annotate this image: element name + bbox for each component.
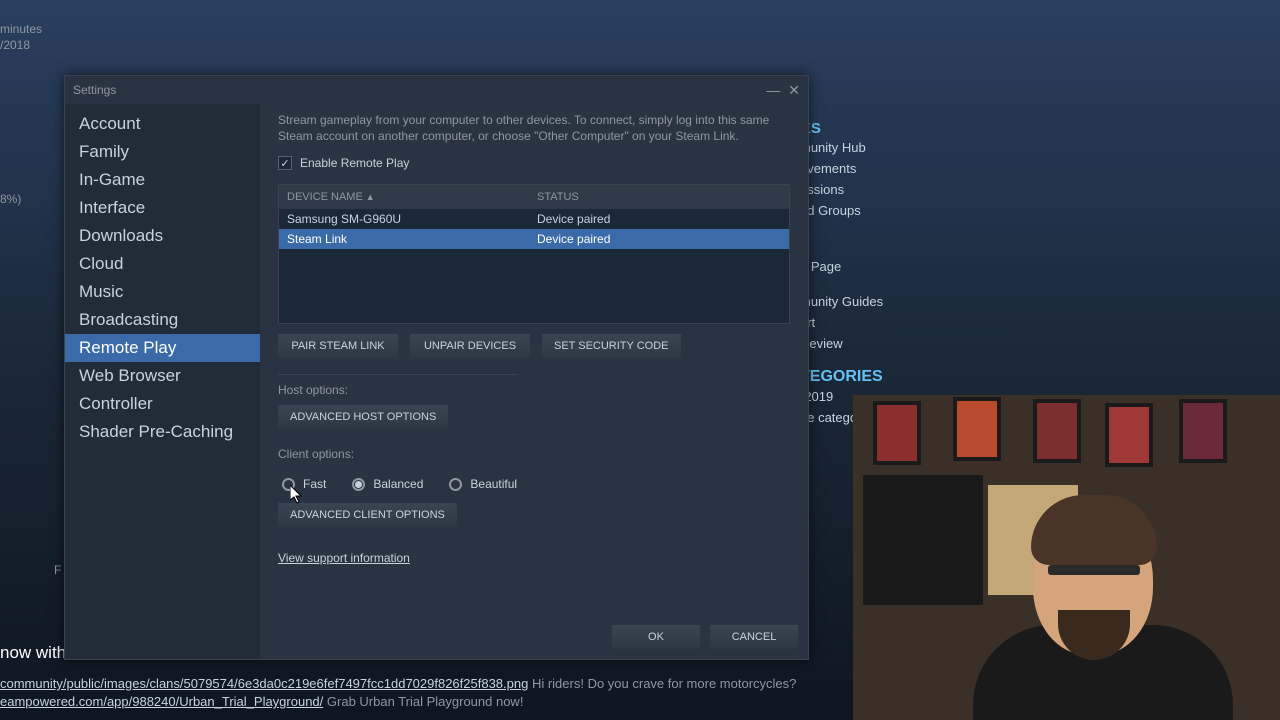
close-icon[interactable]: ✕ (788, 82, 800, 99)
radio-fast[interactable]: Fast (282, 477, 326, 491)
bg-played-date: /2018 (0, 38, 30, 52)
col-status[interactable]: STATUS (537, 191, 781, 203)
device-row[interactable]: Samsung SM-G960U Device paired (279, 209, 789, 229)
bg-progress: 8%) (0, 192, 21, 206)
divider (278, 374, 518, 375)
sidebar-item-account[interactable]: Account (65, 110, 260, 138)
advanced-host-options-button[interactable]: ADVANCED HOST OPTIONS (278, 405, 448, 429)
bg-link-item[interactable]: s (800, 221, 889, 242)
device-status: Device paired (537, 212, 781, 226)
webcam-overlay (853, 395, 1280, 720)
set-security-code-button[interactable]: SET SECURITY CODE (542, 334, 681, 358)
radio-icon (449, 478, 462, 491)
enable-remote-play-checkbox[interactable]: ✓ (278, 156, 292, 170)
bg-link-item[interactable]: evements (800, 158, 889, 179)
radio-balanced-label: Balanced (373, 477, 423, 491)
unpair-devices-button[interactable]: UNPAIR DEVICES (410, 334, 530, 358)
host-options-label: Host options: (278, 383, 790, 397)
bg-link-item[interactable]: munity Hub (800, 137, 889, 158)
settings-content: Stream gameplay from your computer to ot… (260, 104, 808, 659)
sort-ascending-icon: ▲ (366, 192, 375, 202)
cancel-button[interactable]: CANCEL (710, 625, 798, 649)
radio-icon (352, 478, 365, 491)
device-name: Samsung SM-G960U (287, 212, 537, 226)
sidebar-item-web-browser[interactable]: Web Browser (65, 362, 260, 390)
sidebar-item-broadcasting[interactable]: Broadcasting (65, 306, 260, 334)
sidebar-item-controller[interactable]: Controller (65, 390, 260, 418)
bg-links-heading: KS (800, 120, 889, 137)
bg-now-with: now with (0, 643, 66, 663)
bg-letter: F (54, 563, 61, 577)
device-name: Steam Link (287, 232, 537, 246)
bg-news-line1: community/public/images/clans/5079574/6e… (0, 676, 796, 691)
radio-balanced[interactable]: Balanced (352, 477, 423, 491)
bg-link-item[interactable]: e Page (800, 256, 889, 277)
device-table: DEVICE NAME ▲ STATUS Samsung SM-G960U De… (278, 184, 790, 324)
radio-beautiful-label: Beautiful (470, 477, 517, 491)
device-row[interactable]: Steam Link Device paired (279, 229, 789, 249)
radio-icon (282, 478, 295, 491)
minimize-icon[interactable]: — (766, 82, 780, 98)
settings-dialog: Settings — ✕ Account Family In-Game Inte… (64, 75, 809, 660)
col-device-name[interactable]: DEVICE NAME ▲ (287, 191, 537, 203)
dialog-title: Settings (73, 83, 116, 97)
bg-link-item[interactable]: ussions (800, 179, 889, 200)
sidebar-item-family[interactable]: Family (65, 138, 260, 166)
advanced-client-options-button[interactable]: ADVANCED CLIENT OPTIONS (278, 503, 457, 527)
sidebar-item-cloud[interactable]: Cloud (65, 250, 260, 278)
sidebar-item-remote-play[interactable]: Remote Play (65, 334, 260, 362)
enable-remote-play-label: Enable Remote Play (300, 156, 409, 170)
bg-links-panel: KS munity Hub evements ussions ed Groups… (800, 120, 889, 428)
bg-news-line2: eampowered.com/app/988240/Urban_Trial_Pl… (0, 694, 523, 709)
ok-button[interactable]: OK (612, 625, 700, 649)
bg-played-minutes: minutes (0, 22, 42, 36)
pair-steam-link-button[interactable]: PAIR STEAM LINK (278, 334, 398, 358)
sidebar-item-in-game[interactable]: In-Game (65, 166, 260, 194)
device-table-header: DEVICE NAME ▲ STATUS (279, 185, 789, 209)
remote-play-description: Stream gameplay from your computer to ot… (278, 112, 790, 144)
sidebar-item-music[interactable]: Music (65, 278, 260, 306)
sidebar-item-downloads[interactable]: Downloads (65, 222, 260, 250)
bg-categories-heading: TEGORIES (800, 368, 889, 386)
client-options-label: Client options: (278, 447, 790, 461)
bg-link-item[interactable]: ed Groups (800, 200, 889, 221)
sidebar-item-shader-pre-caching[interactable]: Shader Pre-Caching (65, 418, 260, 446)
bg-link-item[interactable]: ort (800, 312, 889, 333)
bg-news-url1[interactable]: community/public/images/clans/5079574/6e… (0, 676, 528, 691)
bg-link-item[interactable]: Review (800, 333, 889, 354)
sidebar-item-interface[interactable]: Interface (65, 194, 260, 222)
titlebar[interactable]: Settings — ✕ (65, 76, 808, 104)
view-support-link[interactable]: View support information (278, 551, 790, 565)
device-status: Device paired (537, 232, 781, 246)
bg-news-url2[interactable]: eampowered.com/app/988240/Urban_Trial_Pl… (0, 694, 323, 709)
radio-beautiful[interactable]: Beautiful (449, 477, 517, 491)
bg-link-item[interactable]: munity Guides (800, 291, 889, 312)
enable-remote-play-row[interactable]: ✓ Enable Remote Play (278, 156, 790, 170)
settings-sidebar: Account Family In-Game Interface Downloa… (65, 104, 260, 659)
radio-fast-label: Fast (303, 477, 326, 491)
